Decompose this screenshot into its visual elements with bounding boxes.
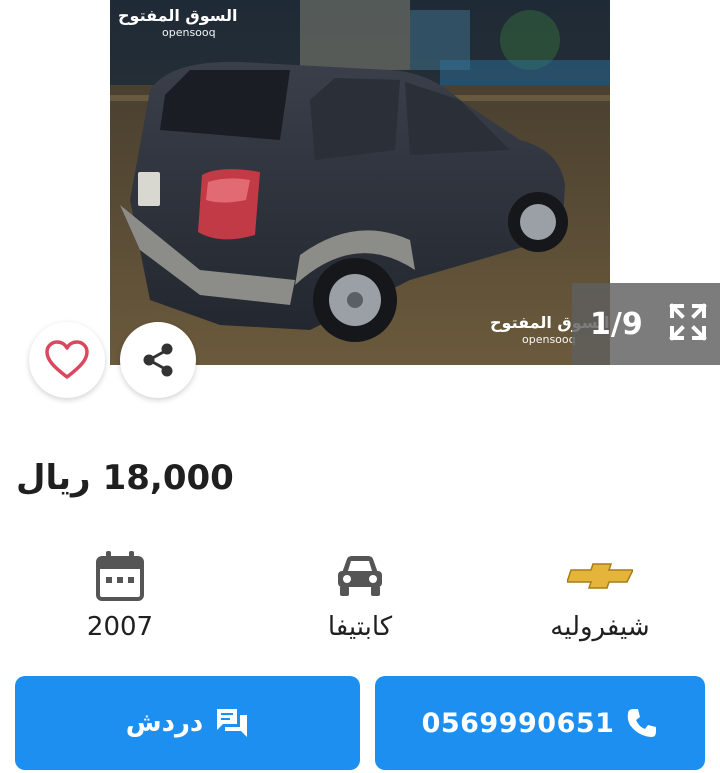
chat-icon: [217, 709, 248, 737]
chevrolet-logo-icon: [567, 563, 633, 589]
watermark-top: السوق المفتوح opensooq: [118, 6, 238, 39]
chat-button[interactable]: دردش: [15, 676, 360, 770]
previous-photo-button[interactable]: [44, 140, 80, 176]
attribute-brand: شيفروليه: [480, 548, 720, 642]
next-photo-button[interactable]: [640, 140, 676, 176]
phone-number: 0569990651: [421, 707, 615, 739]
calendar-icon: [96, 551, 144, 601]
listing-photo[interactable]: السوق المفتوح opensooq السوق المفتوح ope…: [110, 0, 610, 365]
attribute-model-label: كابتيفا: [327, 612, 393, 642]
attribute-year: 2007: [0, 548, 240, 642]
chat-button-label: دردش: [125, 708, 204, 738]
watermark-top-latin: opensooq: [162, 26, 216, 39]
listing-price: 18,000 ريال: [16, 450, 234, 506]
share-icon: [143, 343, 173, 377]
attribute-year-label: 2007: [86, 612, 154, 642]
chevron-left-icon: [53, 144, 70, 172]
car-photo-illustration: [110, 0, 610, 365]
price-amount: 18,000: [102, 458, 234, 498]
fullscreen-button[interactable]: [666, 300, 710, 344]
watermark-top-arabic: السوق المفتوح: [118, 6, 238, 25]
attribute-brand-label: شيفروليه: [550, 612, 650, 642]
share-button[interactable]: [120, 322, 196, 398]
image-gallery: السوق المفتوح opensooq السوق المفتوح ope…: [0, 0, 720, 398]
phone-icon: [628, 709, 657, 737]
expand-icon: [669, 303, 707, 341]
price-currency: ريال: [16, 458, 91, 498]
photo-counter-bar: 1/9: [572, 283, 720, 365]
photo-counter: 1/9: [590, 306, 643, 342]
heart-icon: [45, 340, 89, 379]
favorite-button[interactable]: [29, 322, 105, 398]
call-button[interactable]: 0569990651: [375, 676, 705, 770]
attribute-model: كابتيفا: [240, 548, 480, 642]
chevron-right-icon: [650, 144, 667, 172]
car-icon: [338, 556, 382, 596]
